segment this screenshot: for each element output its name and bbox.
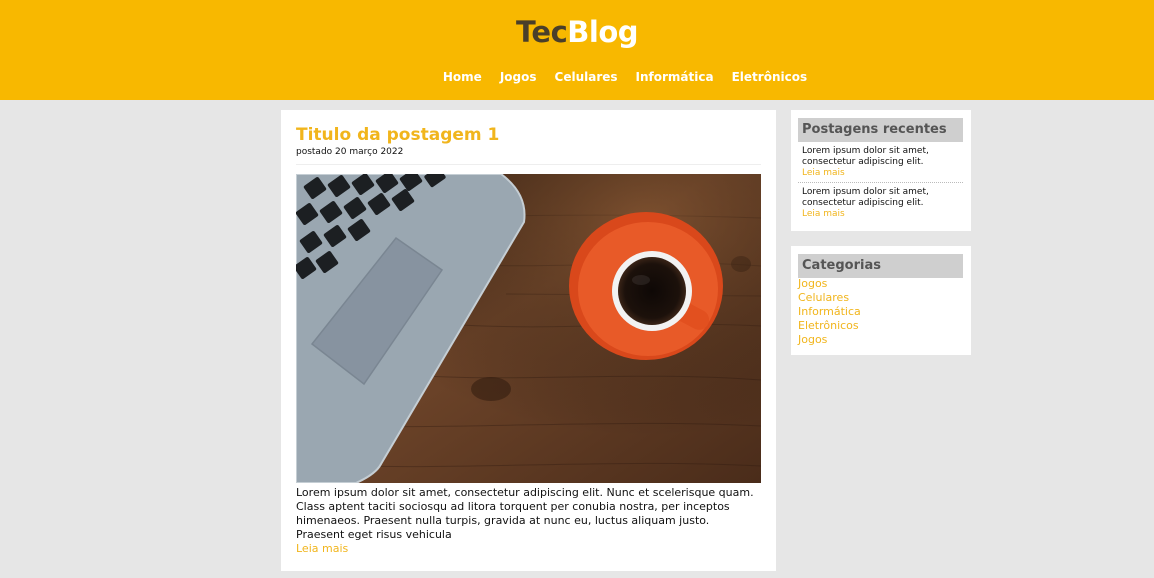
post-title[interactable]: Titulo da postagem 1 [296,125,499,145]
category-link-celulares[interactable]: Celulares [798,291,849,304]
category-link-jogos[interactable]: Jogos [798,277,827,290]
site-header: TecBlog Home Jogos Celulares Informática Ele… [0,0,1154,100]
nav-eletronicos[interactable]: Eletrônicos [732,70,808,84]
category-item: Eletrônicos [798,319,861,333]
recent-posts-title: Postagens recentes [798,118,963,142]
logo-text-tec: Tec [515,15,568,49]
nav-home[interactable]: Home [443,70,482,84]
categories-list: Jogos Celulares Informática Eletrônicos … [798,277,861,347]
recent-posts-widget: Postagens recentes Lorem ipsum dolor sit… [791,110,971,231]
post-card: Titulo da postagem 1 postado 20 março 20… [281,110,776,571]
recent-post-text: Lorem ipsum dolor sit amet, consectetur … [802,187,929,208]
main-nav: Home Jogos Celulares Informática Eletrônicos [0,66,1154,85]
category-item: Celulares [798,291,861,305]
category-link-informatica[interactable]: Informática [798,305,861,318]
category-link-jogos-2[interactable]: Jogos [798,333,827,346]
site-logo[interactable]: TecBlog [0,15,1154,49]
recent-post-text: Lorem ipsum dolor sit amet, consectetur … [802,146,929,167]
post-image [296,174,761,483]
category-item: Jogos [798,333,861,347]
categories-title: Categorias [798,254,963,278]
categories-widget: Categorias Jogos Celulares Informática E… [791,246,971,355]
post-body: Lorem ipsum dolor sit amet, consectetur … [296,486,754,541]
laptop-coffee-image [296,174,761,483]
recent-post-item: Lorem ipsum dolor sit amet, consectetur … [802,187,962,220]
recent-post-read-more[interactable]: Leia mais [802,209,845,220]
recent-divider [798,182,963,183]
category-item: Informática [798,305,861,319]
post-divider [296,164,761,165]
category-link-eletronicos[interactable]: Eletrônicos [798,319,859,332]
post-excerpt: Lorem ipsum dolor sit amet, consectetur … [296,486,761,556]
nav-celulares[interactable]: Celulares [555,70,618,84]
nav-jogos[interactable]: Jogos [500,70,537,84]
category-item: Jogos [798,277,861,291]
recent-post-read-more[interactable]: Leia mais [802,168,845,179]
post-date: postado 20 março 2022 [296,147,404,157]
logo-text-blog: Blog [567,15,639,49]
post-read-more-link[interactable]: Leia mais [296,542,348,556]
recent-post-item: Lorem ipsum dolor sit amet, consectetur … [802,146,962,179]
nav-informatica[interactable]: Informática [636,70,714,84]
